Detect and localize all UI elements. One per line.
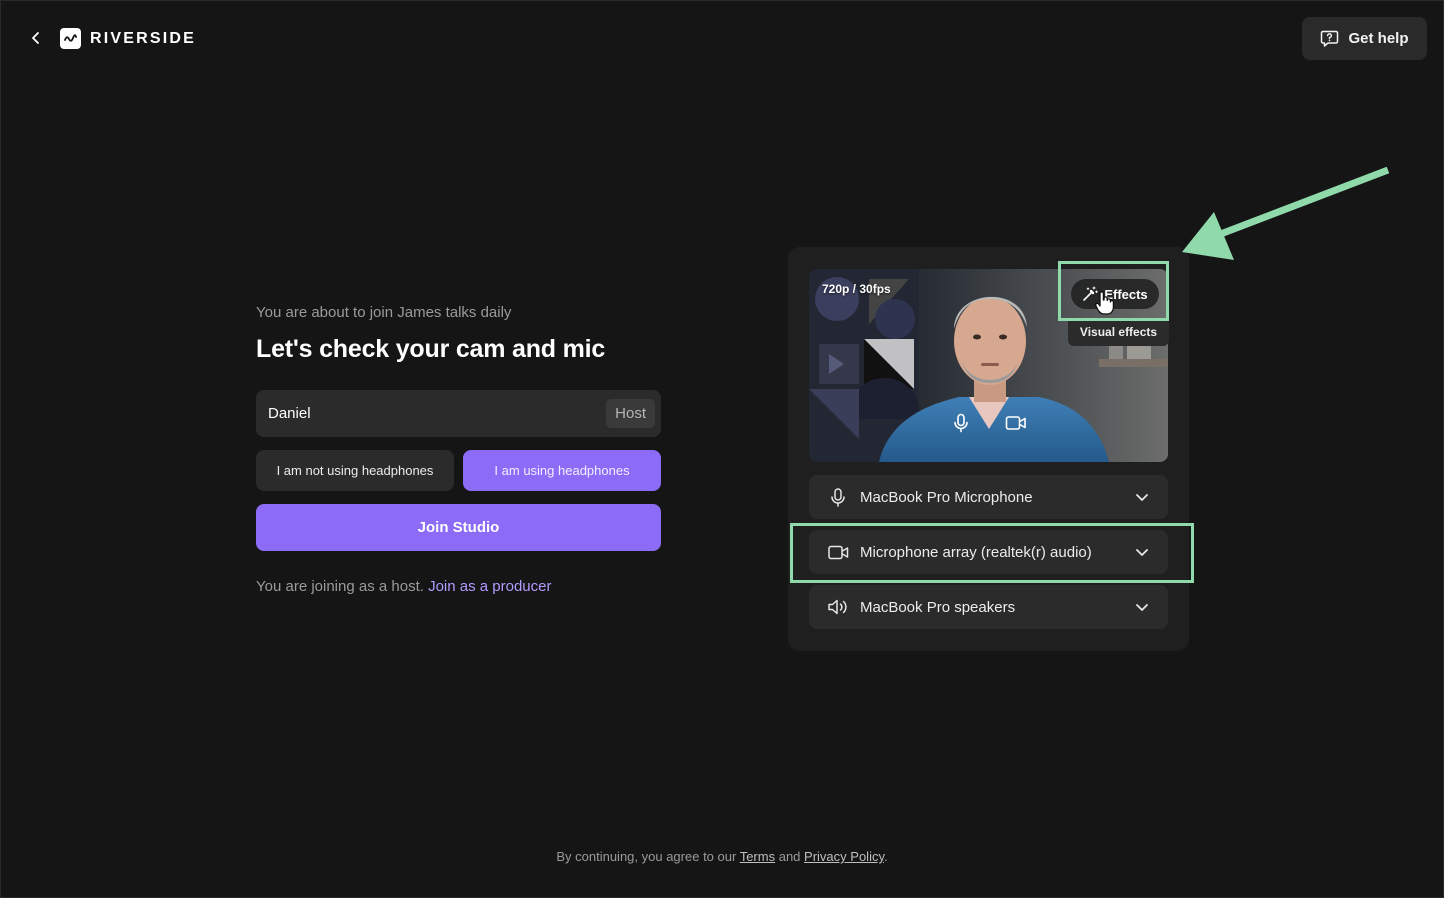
page-title: Let's check your cam and mic — [256, 335, 606, 363]
speaker-icon — [827, 596, 849, 618]
mute-mic-button[interactable] — [949, 411, 973, 435]
camera-select-label: Microphone array (realtek(r) audio) — [860, 543, 1092, 561]
riverside-logo[interactable]: RIVERSIDE — [60, 28, 196, 49]
speaker-select[interactable]: MacBook Pro speakers — [809, 585, 1168, 629]
window-frame — [0, 0, 1444, 898]
join-note: You are joining as a host. Join as a pro… — [256, 578, 551, 595]
speaker-select-label: MacBook Pro speakers — [860, 598, 1016, 616]
back-button[interactable] — [24, 26, 48, 50]
legal-footer: By continuing, you agree to our Terms an… — [0, 849, 1444, 864]
privacy-policy-link[interactable]: Privacy Policy — [804, 849, 884, 864]
role-badge: Host — [606, 399, 655, 428]
effects-button[interactable]: Effects — [1071, 279, 1159, 309]
footer-prefix: By continuing, you agree to our — [556, 849, 737, 864]
get-help-label: Get help — [1348, 30, 1409, 47]
annotation-arrow-icon — [1182, 166, 1390, 260]
toggle-camera-button[interactable] — [1004, 411, 1028, 435]
join-note-text: You are joining as a host. — [256, 578, 424, 595]
logo-mark-icon — [60, 28, 81, 49]
join-studio-button[interactable]: Join Studio — [256, 504, 661, 551]
chevron-down-icon — [1134, 489, 1150, 505]
terms-link[interactable]: Terms — [740, 849, 775, 864]
magic-wand-icon — [1083, 286, 1099, 301]
footer-suffix: . — [884, 849, 888, 864]
get-help-button[interactable]: Get help — [1302, 17, 1427, 60]
name-input[interactable] — [268, 405, 607, 422]
chevron-down-icon — [1134, 544, 1150, 560]
effects-tooltip: Visual effects — [1068, 318, 1169, 346]
camera-icon — [827, 541, 849, 563]
microphone-icon — [827, 486, 849, 508]
chevron-left-icon — [32, 32, 39, 44]
footer-and: and — [778, 849, 801, 864]
help-chat-icon — [1321, 30, 1339, 47]
microphone-select[interactable]: MacBook Pro Microphone — [809, 475, 1168, 519]
camera-icon — [1005, 416, 1026, 430]
not-using-headphones-button[interactable]: I am not using headphones — [256, 450, 454, 491]
microphone-icon — [954, 413, 968, 433]
camera-preview: 720p / 30fps Effects — [809, 269, 1168, 462]
name-field[interactable]: Host — [256, 390, 661, 437]
chevron-down-icon — [1134, 599, 1150, 615]
camera-select[interactable]: Microphone array (realtek(r) audio) — [809, 530, 1168, 574]
session-subtitle: You are about to join James talks daily — [256, 304, 512, 321]
microphone-select-label: MacBook Pro Microphone — [860, 488, 1033, 506]
logo-text: RIVERSIDE — [90, 29, 197, 47]
resolution-label: 720p / 30fps — [822, 282, 891, 296]
using-headphones-button[interactable]: I am using headphones — [463, 450, 661, 491]
effects-label: Effects — [1104, 286, 1148, 302]
join-as-producer-link[interactable]: Join as a producer — [428, 578, 551, 595]
